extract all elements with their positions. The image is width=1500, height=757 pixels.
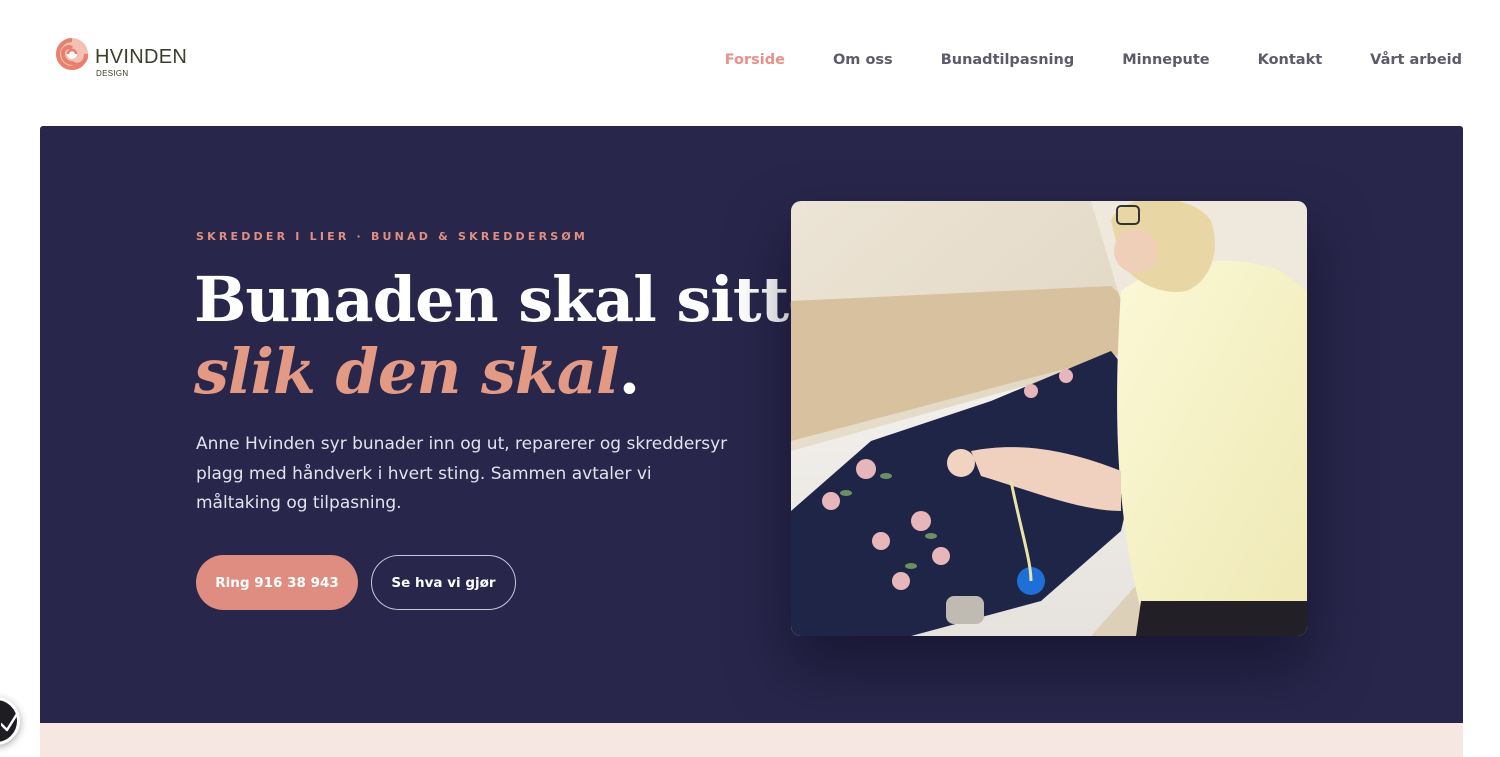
nav-item-forside[interactable]: Forside <box>725 49 785 71</box>
main-nav: Forside Om oss Bunadtilpasning Minnepute… <box>677 49 1462 71</box>
trust-strip <box>40 723 1463 757</box>
nav-item-kontakt[interactable]: Kontakt <box>1258 49 1323 71</box>
headline-line-1: Bunaden skal sitte <box>194 263 828 336</box>
tailor-photo <box>791 201 1307 636</box>
headline-line-2: slik den skal. <box>194 336 754 408</box>
swirl-logo-icon <box>56 38 89 70</box>
hero-headline: Bunaden skal sitte slik den skal. <box>194 264 828 408</box>
hero-eyebrow: SKREDDER I LIER · BUNAD & SKREDDERSØM <box>196 230 589 243</box>
checkmark-circle-icon <box>1 712 19 732</box>
brand-subtitle: DESIGN <box>96 69 129 78</box>
brand-name: HVINDEN <box>95 46 188 68</box>
nav-item-bunadtilpasning[interactable]: Bunadtilpasning <box>941 49 1075 71</box>
brand-logo[interactable]: HVINDEN DESIGN <box>54 36 194 82</box>
headline-accent: slik den skal <box>194 335 620 408</box>
nav-item-vart-arbeid[interactable]: Vårt arbeid <box>1370 49 1462 71</box>
headline-period: . <box>618 335 641 408</box>
hero-photo <box>791 201 1307 636</box>
call-button[interactable]: Ring 916 38 943 <box>196 555 358 610</box>
see-services-button[interactable]: Se hva vi gjør <box>371 555 516 610</box>
hero-section: SKREDDER I LIER · BUNAD & SKREDDERSØM Bu… <box>40 126 1463 723</box>
site-header: HVINDEN DESIGN Forside Om oss Bunadtilpa… <box>0 0 1500 120</box>
hero-lead: Anne Hvinden syr bunader inn og ut, repa… <box>196 434 728 513</box>
floating-badge[interactable] <box>0 697 20 745</box>
nav-item-minnepute[interactable]: Minnepute <box>1122 49 1209 71</box>
nav-item-om-oss[interactable]: Om oss <box>833 49 893 71</box>
